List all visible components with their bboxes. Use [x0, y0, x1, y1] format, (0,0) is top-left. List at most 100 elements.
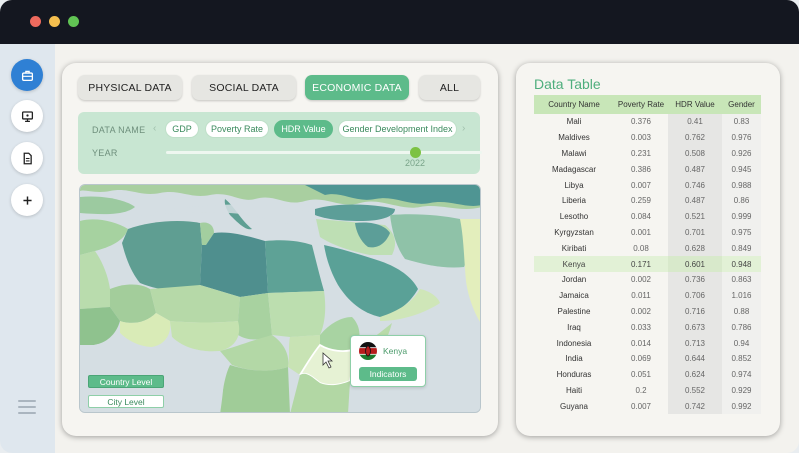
indicators-button[interactable]: Indicators [359, 367, 417, 381]
table-row[interactable]: Indonesia 0.014 0.713 0.94 [534, 335, 761, 351]
column-header[interactable]: Poverty Rate [614, 95, 668, 114]
cell-poverty-rate: 0.08 [633, 243, 649, 253]
table-row[interactable]: Madagascar 0.386 0.487 0.945 [534, 161, 761, 178]
year-value: 2022 [405, 158, 426, 168]
table-row[interactable]: India 0.069 0.644 0.852 [534, 350, 761, 367]
cell-gender: 0.945 [722, 161, 761, 178]
cell-poverty-rate: 0.003 [630, 133, 652, 143]
cell-gender: 0.948 [722, 256, 761, 272]
chip-hdr-value[interactable]: HDR Value [274, 120, 333, 138]
app-window: PHYSICAL DATA SOCIAL DATA ECONOMIC DATA … [0, 0, 799, 453]
tab-economic-data[interactable]: ECONOMIC DATA [305, 75, 409, 100]
cell-hdr-value: 0.701 [668, 224, 722, 241]
sidebar-monitor-button[interactable] [11, 100, 43, 132]
cell-hdr-value: 0.742 [668, 398, 722, 415]
year-slider-thumb[interactable] [410, 147, 421, 158]
chip-gender-development-index[interactable]: Gender Development Index [338, 120, 457, 138]
cell-gender: 0.88 [722, 303, 761, 320]
sidebar-briefcase-button[interactable] [11, 59, 43, 91]
map-view[interactable]: Kenya Indicators Country Level City Leve… [79, 184, 481, 413]
cell-country-name: Indonesia [556, 338, 592, 348]
cell-hdr-value: 0.762 [668, 129, 722, 146]
cell-country-name: Liberia [561, 196, 586, 206]
cell-poverty-rate: 0.007 [630, 401, 652, 411]
table-row[interactable]: Kiribati 0.08 0.628 0.849 [534, 240, 761, 257]
cell-poverty-rate: 0.002 [630, 306, 652, 316]
cell-poverty-rate: 0.386 [630, 164, 652, 174]
table-row[interactable]: Kyrgyzstan 0.001 0.701 0.975 [534, 224, 761, 241]
table-row[interactable]: Palestine 0.002 0.716 0.88 [534, 303, 761, 320]
cell-hdr-value: 0.736 [668, 271, 722, 288]
cell-poverty-rate: 0.002 [630, 275, 652, 285]
table-row[interactable]: Malawi 0.231 0.508 0.926 [534, 145, 761, 162]
table-row[interactable]: Jordan 0.002 0.736 0.863 [534, 271, 761, 288]
cell-country-name: Palestine [557, 306, 591, 316]
table-row[interactable]: Kenya 0.171 0.601 0.948 [534, 256, 761, 272]
chip-poverty-rate[interactable]: Poverty Rate [205, 120, 269, 138]
tab-all[interactable]: ALL [419, 75, 480, 100]
minimize-window-button[interactable] [49, 16, 60, 27]
cell-hdr-value: 0.487 [668, 161, 722, 178]
table-row[interactable]: Honduras 0.051 0.624 0.974 [534, 366, 761, 383]
popup-country-name: Kenya [383, 346, 408, 356]
table-row[interactable]: Jamaica 0.011 0.706 1.016 [534, 287, 761, 304]
chip-gdp[interactable]: GDP [165, 120, 199, 138]
sidebar-add-button[interactable] [11, 184, 43, 216]
tab-physical-data[interactable]: PHYSICAL DATA [78, 75, 182, 100]
cell-hdr-value: 0.41 [668, 114, 722, 130]
tab-social-data[interactable]: SOCIAL DATA [192, 75, 296, 100]
cell-gender: 0.849 [722, 240, 761, 257]
table-row[interactable]: Libya 0.007 0.746 0.988 [534, 177, 761, 193]
cell-poverty-rate: 0.376 [630, 117, 652, 127]
chevron-left-icon[interactable]: ‹ [153, 123, 156, 134]
cell-country-name: Honduras [556, 370, 592, 380]
cell-poverty-rate: 0.001 [630, 227, 652, 237]
table-row[interactable]: Haiti 0.2 0.552 0.929 [534, 382, 761, 399]
table-row[interactable]: Mali 0.376 0.41 0.83 [534, 114, 761, 130]
table-row[interactable]: Iraq 0.033 0.673 0.786 [534, 319, 761, 336]
cell-poverty-rate: 0.171 [614, 256, 668, 272]
cell-country-name: India [565, 354, 583, 364]
table-header-row: Country Name Poverty Rate HDR Value Gend… [534, 95, 761, 114]
country-level-button[interactable]: Country Level [88, 375, 164, 388]
map-panel: PHYSICAL DATA SOCIAL DATA ECONOMIC DATA … [62, 63, 498, 436]
data-name-label: DATA NAME [92, 125, 146, 135]
country-popup: Kenya Indicators [350, 335, 426, 387]
cell-hdr-value: 0.601 [668, 256, 722, 272]
cell-country-name: Libya [564, 180, 584, 190]
cell-country-name: Jamaica [559, 291, 589, 301]
cell-gender: 0.975 [722, 224, 761, 241]
table-row[interactable]: Lesotho 0.084 0.521 0.999 [534, 208, 761, 225]
chevron-right-icon[interactable]: › [462, 123, 465, 134]
hamburger-icon[interactable] [18, 400, 36, 414]
cell-gender: 0.992 [722, 398, 761, 415]
column-header[interactable]: Country Name [534, 95, 614, 114]
maximize-window-button[interactable] [68, 16, 79, 27]
column-header[interactable]: Gender [722, 95, 761, 114]
cell-poverty-rate: 0.033 [630, 322, 652, 332]
cell-hdr-value: 0.713 [668, 335, 722, 351]
cell-gender: 0.988 [722, 177, 761, 193]
cell-hdr-value: 0.628 [668, 240, 722, 257]
cell-gender: 0.83 [722, 114, 761, 130]
column-header[interactable]: HDR Value [668, 95, 722, 114]
cell-gender: 0.94 [722, 335, 761, 351]
cell-country-name: Kyrgyzstan [554, 227, 594, 237]
city-level-button[interactable]: City Level [88, 395, 164, 408]
cell-gender: 1.016 [722, 287, 761, 304]
cell-poverty-rate: 0.2 [635, 385, 647, 395]
cell-poverty-rate: 0.051 [630, 370, 652, 380]
cell-gender: 0.976 [722, 129, 761, 146]
year-slider-track[interactable] [166, 151, 482, 154]
table-row[interactable]: Maldives 0.003 0.762 0.976 [534, 129, 761, 146]
cell-poverty-rate: 0.014 [630, 338, 652, 348]
cell-country-name: Kiribati [561, 243, 587, 253]
sidebar-document-button[interactable] [11, 142, 43, 174]
close-window-button[interactable] [30, 16, 41, 27]
filter-box: DATA NAME ‹ GDP Poverty Rate HDR Value G… [78, 112, 482, 174]
cell-country-name: Kenya [534, 256, 614, 272]
cell-country-name: Haiti [565, 385, 582, 395]
cell-country-name: Lesotho [559, 212, 589, 222]
table-row[interactable]: Guyana 0.007 0.742 0.992 [534, 398, 761, 415]
table-row[interactable]: Liberia 0.259 0.487 0.86 [534, 192, 761, 209]
